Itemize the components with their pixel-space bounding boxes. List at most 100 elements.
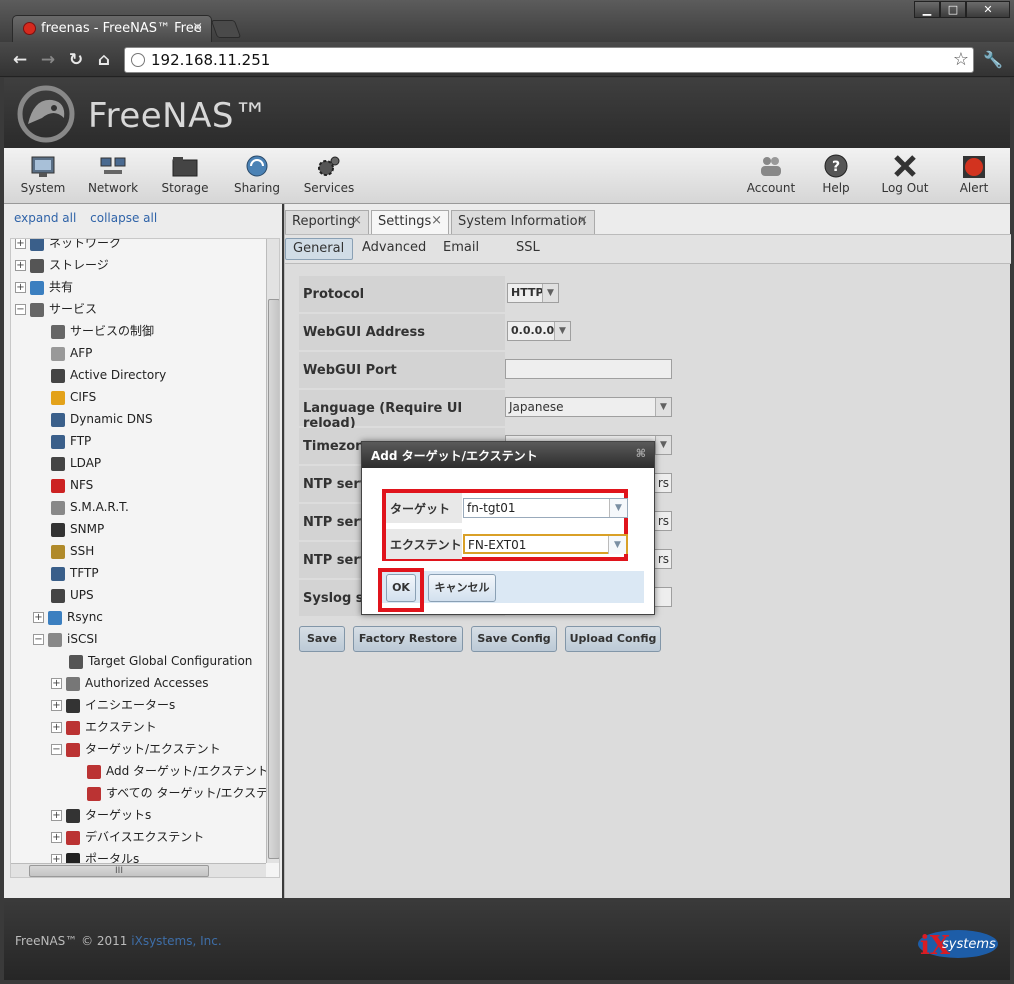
expand-icon[interactable]: + bbox=[15, 260, 26, 271]
nav-help[interactable]: ? Help bbox=[801, 154, 871, 195]
tree-item[interactable]: Dynamic DNS bbox=[51, 409, 153, 431]
window-minimize-button[interactable]: ▁ bbox=[914, 1, 940, 18]
add-target-extent-dialog: Add ターゲット/エクステント ⌘ ターゲット fn-tgt01 ▼ エクステ… bbox=[361, 441, 655, 615]
nav-storage-label: Storage bbox=[161, 181, 209, 195]
nav-network[interactable]: Network bbox=[78, 154, 148, 195]
tree-item[interactable]: LDAP bbox=[51, 453, 101, 475]
close-icon[interactable]: × bbox=[431, 213, 442, 228]
tree-node-icon bbox=[30, 280, 44, 295]
help-icon: ? bbox=[824, 154, 848, 178]
tree-item[interactable]: AFP bbox=[51, 343, 92, 365]
tree-item[interactable]: + 共有 bbox=[15, 277, 73, 299]
nav-sharing[interactable]: Sharing bbox=[222, 154, 292, 195]
tree-scroll-thumb[interactable] bbox=[268, 299, 279, 859]
tree-item[interactable]: S.M.A.R.T. bbox=[51, 497, 129, 519]
tree-item[interactable]: + Rsync bbox=[33, 607, 103, 629]
tree-item[interactable]: サービスの制御 bbox=[51, 321, 154, 343]
nav-alert[interactable]: Alert bbox=[939, 154, 1009, 195]
tree-item[interactable]: Active Directory bbox=[51, 365, 166, 387]
nav-logout[interactable]: Log Out bbox=[870, 154, 940, 195]
tree-node-icon bbox=[51, 412, 65, 427]
close-icon[interactable]: × bbox=[577, 213, 588, 228]
nav-storage[interactable]: Storage bbox=[150, 154, 220, 195]
nav-system[interactable]: System bbox=[8, 154, 78, 195]
tree-item[interactable]: − iSCSI bbox=[33, 629, 98, 651]
collapse-icon[interactable]: − bbox=[33, 634, 44, 645]
tab-settings[interactable]: Settings × bbox=[371, 210, 449, 234]
forward-icon[interactable]: → bbox=[38, 50, 58, 70]
subtab-ssl[interactable]: SSL bbox=[509, 238, 547, 260]
tree-item-label: Rsync bbox=[67, 610, 103, 624]
wrench-menu-icon[interactable]: 🔧 bbox=[983, 50, 1003, 69]
tree-item[interactable]: Target Global Configuration bbox=[69, 651, 252, 673]
subtab-email[interactable]: Email bbox=[436, 238, 486, 260]
home-icon[interactable]: ⌂ bbox=[94, 50, 114, 70]
bookmark-star-icon[interactable]: ☆ bbox=[953, 49, 969, 70]
tree-item-label: FTP bbox=[70, 434, 92, 448]
expand-icon[interactable]: + bbox=[51, 678, 62, 689]
tree-links: expand all collapse all bbox=[14, 211, 167, 225]
collapse-all-link[interactable]: collapse all bbox=[90, 211, 157, 225]
ixsystems-link[interactable]: iXsystems, Inc. bbox=[131, 934, 221, 948]
system-icon bbox=[31, 156, 55, 177]
tree-item[interactable]: SSH bbox=[51, 541, 94, 563]
expand-icon[interactable]: + bbox=[51, 722, 62, 733]
tree-hscroll-thumb[interactable]: III bbox=[29, 865, 209, 877]
dialog-close-icon[interactable]: ⌘ bbox=[636, 447, 646, 460]
tree-item[interactable]: NFS bbox=[51, 475, 93, 497]
window-maximize-button[interactable]: □ bbox=[940, 1, 966, 18]
expand-icon[interactable]: + bbox=[15, 282, 26, 293]
subtab-advanced[interactable]: Advanced bbox=[355, 238, 433, 260]
tree-item[interactable]: TFTP bbox=[51, 563, 99, 585]
nav-account[interactable]: Account bbox=[736, 154, 806, 195]
expand-icon[interactable]: + bbox=[15, 239, 26, 249]
tree-item[interactable]: UPS bbox=[51, 585, 94, 607]
tree-item[interactable]: CIFS bbox=[51, 387, 96, 409]
tree-item-label: SSH bbox=[70, 544, 95, 558]
tree-item[interactable]: すべての ターゲット/エクステント bbox=[87, 783, 279, 805]
address-bar[interactable]: 192.168.11.251 ☆ bbox=[124, 47, 974, 73]
back-icon[interactable]: ← bbox=[10, 50, 30, 70]
close-icon[interactable]: × bbox=[351, 213, 362, 228]
collapse-icon[interactable]: − bbox=[51, 744, 62, 755]
sharing-icon bbox=[246, 155, 268, 177]
tree-item-label: 共有 bbox=[49, 280, 74, 294]
tab-close-icon[interactable]: × bbox=[192, 20, 203, 35]
tab-system-information[interactable]: System Information × bbox=[451, 210, 595, 234]
browser-tab-title: freenas - FreeNAS™ Free bbox=[41, 21, 202, 36]
tree-item[interactable]: SNMP bbox=[51, 519, 104, 541]
browser-tab[interactable]: freenas - FreeNAS™ Free × bbox=[12, 15, 212, 42]
tree-item[interactable]: − サービス bbox=[15, 299, 97, 321]
new-tab-button[interactable] bbox=[210, 20, 242, 38]
tree-item[interactable]: + Authorized Accesses bbox=[51, 673, 209, 695]
tree-horizontal-scrollbar[interactable]: III bbox=[11, 863, 266, 877]
tree-item[interactable]: + デバイスエクステント bbox=[51, 827, 204, 849]
tree-item[interactable]: + ターゲットs bbox=[51, 805, 151, 827]
reload-icon[interactable]: ↻ bbox=[66, 50, 86, 70]
cancel-button[interactable]: キャンセル bbox=[428, 574, 496, 602]
tree-item[interactable]: + エクステント bbox=[51, 717, 157, 739]
nav-services[interactable]: Services bbox=[294, 154, 364, 195]
footer-copyright: FreeNAS™ © 2011 iXsystems, Inc. bbox=[15, 934, 222, 948]
window-close-button[interactable]: ✕ bbox=[966, 1, 1010, 18]
expand-all-link[interactable]: expand all bbox=[14, 211, 76, 225]
collapse-icon[interactable]: − bbox=[15, 304, 26, 315]
tree-item[interactable]: + ネットワーク bbox=[15, 239, 121, 255]
tree-item[interactable]: + イニシエーターs bbox=[51, 695, 175, 717]
extent-select[interactable]: FN-EXT01 ▼ bbox=[463, 534, 628, 554]
subtab-general[interactable]: General bbox=[285, 238, 353, 260]
expand-icon[interactable]: + bbox=[51, 700, 62, 711]
tab-reporting[interactable]: Reporting × bbox=[285, 210, 369, 234]
target-select[interactable]: fn-tgt01 ▼ bbox=[463, 498, 628, 518]
tree-item[interactable]: FTP bbox=[51, 431, 91, 453]
expand-icon[interactable]: + bbox=[33, 612, 44, 623]
nav-services-label: Services bbox=[303, 181, 355, 195]
expand-icon[interactable]: + bbox=[51, 810, 62, 821]
tree-item[interactable]: + ストレージ bbox=[15, 255, 109, 277]
tree-item[interactable]: − ターゲット/エクステント bbox=[51, 739, 221, 761]
tree-node-icon bbox=[66, 830, 80, 845]
expand-icon[interactable]: + bbox=[51, 832, 62, 843]
ok-button[interactable]: OK bbox=[386, 574, 416, 602]
tree-vertical-scrollbar[interactable] bbox=[266, 239, 279, 863]
tree-item[interactable]: Add ターゲット/エクステント bbox=[87, 761, 269, 783]
